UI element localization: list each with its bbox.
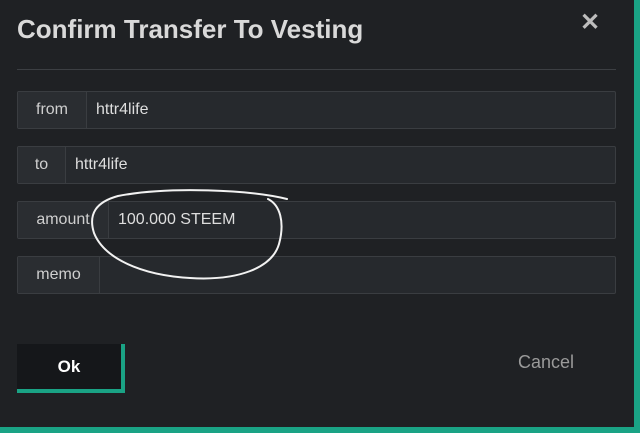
memo-field: memo (17, 256, 616, 294)
ok-button[interactable]: Ok (17, 344, 125, 393)
cancel-button[interactable]: Cancel (518, 352, 574, 373)
amount-value: 100.000 STEEM (118, 211, 236, 228)
to-label: to (18, 147, 66, 183)
from-field: from httr4life (17, 91, 616, 129)
from-value: httr4life (96, 101, 149, 118)
amount-label: amount (18, 202, 109, 238)
memo-label: memo (18, 257, 100, 293)
close-icon[interactable]: ✕ (580, 8, 600, 37)
accent-edge-bottom (0, 427, 640, 433)
to-value: httr4life (75, 156, 128, 173)
divider (17, 69, 616, 70)
accent-edge-right (634, 0, 640, 433)
from-label: from (18, 92, 87, 128)
amount-field: amount 100.000 STEEM (17, 201, 616, 239)
to-field: to httr4life (17, 146, 616, 184)
confirm-transfer-dialog: Confirm Transfer To Vesting ✕ from httr4… (0, 0, 640, 433)
memo-value (100, 257, 615, 293)
dialog-title: Confirm Transfer To Vesting (17, 14, 364, 44)
